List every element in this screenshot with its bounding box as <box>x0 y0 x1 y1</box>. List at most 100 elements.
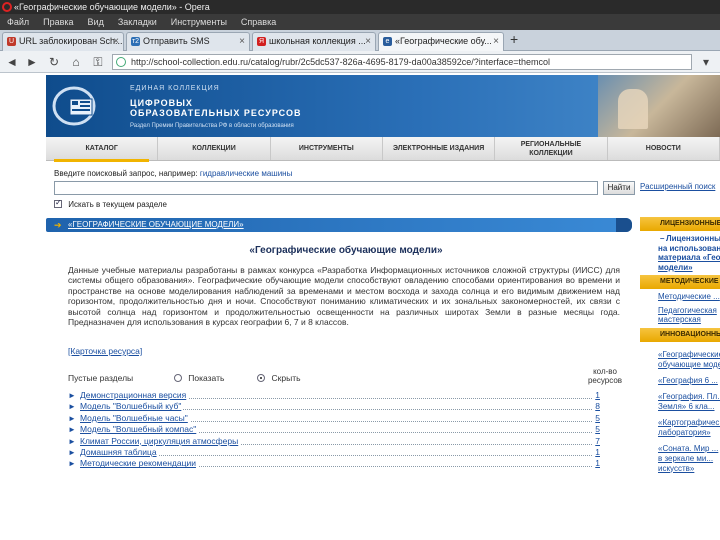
methodical-link-2b-text[interactable]: мастерская <box>658 315 701 324</box>
menu-tools[interactable]: Инструменты <box>164 14 234 30</box>
methodical-link-2-text[interactable]: Педагогическая <box>658 306 717 315</box>
innov-link-4-text[interactable]: «Картографичес... <box>658 418 720 427</box>
subsection-link[interactable]: Домашняя таблица <box>80 446 159 459</box>
innov-link-3b-text[interactable]: Земля» 6 кла... <box>658 402 715 411</box>
innov-link-3[interactable]: «География. Пл... <box>658 392 720 402</box>
innov-link-1[interactable]: «Географические <box>658 350 720 360</box>
innov-link-5-text[interactable]: «Соната. Мир ... <box>658 444 718 453</box>
home-icon[interactable]: ⌂ <box>68 54 84 70</box>
menu-view[interactable]: Вид <box>81 14 111 30</box>
url-field[interactable]: http://school-collection.edu.ru/catalog/… <box>112 54 692 70</box>
back-icon[interactable]: ◄ <box>4 54 20 70</box>
show-radio[interactable] <box>173 374 182 382</box>
subsection-link[interactable]: Модель "Волшебные часы" <box>80 412 190 425</box>
tab-url-blocked[interactable]: U URL заблокирован Sch... × <box>2 32 124 51</box>
search-in-section-checkbox[interactable] <box>54 198 62 208</box>
nav-catalog[interactable]: КАТАЛОГ <box>46 137 159 162</box>
innov-link-4b-text[interactable]: лаборатория» <box>658 428 711 437</box>
resource-count-link[interactable]: 1 <box>593 390 600 402</box>
globe-icon <box>116 57 126 67</box>
methodical-link-1-text[interactable]: Методические ... <box>658 292 720 301</box>
search-example-link[interactable]: гидравлические машины <box>200 169 292 178</box>
menu-file[interactable]: Файл <box>0 14 36 30</box>
innov-link-4b[interactable]: лаборатория» <box>658 428 716 438</box>
methodical-link-1[interactable]: Методические ... <box>658 292 720 302</box>
innov-link-1b[interactable]: обучающие модели» <box>658 360 720 370</box>
arrow-right-icon: ► <box>68 436 76 446</box>
tab-school-collection[interactable]: Я школьная коллекция ... × <box>252 32 376 51</box>
right-sidebar: ЛИЦЕНЗИОННЫЕ – Лицензионный на использов… <box>640 217 720 540</box>
methodical-link-2[interactable]: Педагогическая <box>658 306 717 316</box>
methodical-link-2b[interactable]: мастерская <box>658 315 716 325</box>
list-item: ► Климат России, циркуляция атмосферы 7 <box>68 435 604 447</box>
innov-link-3-text[interactable]: «География. Пл... <box>658 392 720 401</box>
innov-link-5[interactable]: «Соната. Мир ... <box>658 444 718 454</box>
hide-radio[interactable] <box>257 374 266 382</box>
licensed-link-tail[interactable]: модели» <box>658 263 693 272</box>
reload-icon[interactable]: ↻ <box>46 54 62 70</box>
dropdown-icon[interactable]: ▾ <box>698 54 714 70</box>
advanced-search-link[interactable]: Расширенный поиск <box>640 182 715 191</box>
innov-link-2-text[interactable]: «География 6 ... <box>658 376 718 385</box>
page-title: «Географические обучающие модели» <box>249 245 443 256</box>
menu-edit[interactable]: Правка <box>36 14 80 30</box>
innov-link-3b[interactable]: Земля» 6 кла... <box>658 402 716 412</box>
innovative-block: «Географические обучающие модели» «Геогр… <box>640 342 720 477</box>
close-icon[interactable]: × <box>113 33 119 50</box>
innov-link-1-text[interactable]: «Географические <box>658 350 720 359</box>
forward-icon[interactable]: ► <box>24 54 40 70</box>
resource-count-link[interactable]: 1 <box>593 458 600 470</box>
tab-geo-models[interactable]: е «Географические обу... × <box>378 32 504 51</box>
nav-tools[interactable]: ИНСТРУМЕНТЫ <box>271 137 383 160</box>
subsection-link[interactable]: Методические рекомендации <box>80 458 198 470</box>
header-title: ЦИФРОВЫХ ОБРАЗОВАТЕЛЬНЫХ РЕСУРСОВ <box>130 98 301 118</box>
resource-card-link[interactable]: [Карточка ресурса] <box>68 346 142 356</box>
resource-count-link[interactable]: 7 <box>593 435 600 447</box>
subsection-link[interactable]: Демонстрационная версия <box>80 390 189 402</box>
nav-news[interactable]: НОВОСТИ <box>608 137 720 160</box>
innov-link-5b[interactable]: в зеркале ми... <box>658 454 716 464</box>
subsection-link[interactable]: Модель "Волшебный куб" <box>80 401 184 413</box>
innov-link-5c-text[interactable]: искусств» <box>658 464 694 473</box>
innov-link-4[interactable]: «Картографичес... <box>658 418 720 428</box>
opera-logo-icon <box>2 2 12 12</box>
menu-bookmarks[interactable]: Закладки <box>111 14 164 30</box>
tab-label: школьная коллекция ... <box>269 36 366 46</box>
subsection-link[interactable]: Климат России, циркуляция атмосферы <box>80 435 241 447</box>
licensed-line-2: на использование <box>658 243 720 253</box>
close-icon[interactable]: × <box>365 33 371 50</box>
nav-regional-collections[interactable]: РЕГИОНАЛЬНЫЕ КОЛЛЕКЦИИ <box>495 137 608 160</box>
count-header: кол-во ресурсов <box>580 367 630 385</box>
resource-count-link[interactable]: 5 <box>593 412 600 425</box>
section-breadcrumb-bar: ➔ «ГЕОГРАФИЧЕСКИЕ ОБУЧАЮЩИЕ МОДЕЛИ» <box>46 218 632 232</box>
close-icon[interactable]: × <box>239 33 245 50</box>
licensed-line-4[interactable]: модели» <box>658 263 716 273</box>
empty-sections-label: Пустые разделы <box>68 373 134 383</box>
resource-count-link[interactable]: 8 <box>593 401 600 413</box>
count-header-line-1: кол-во <box>593 367 617 376</box>
site-logo-icon[interactable] <box>52 83 100 129</box>
resource-count-link[interactable]: 5 <box>593 424 600 436</box>
tab-send-sms[interactable]: т2 Отправить SMS × <box>126 32 250 51</box>
innov-link-1b-text[interactable]: обучающие модели» <box>658 360 720 369</box>
breadcrumb-link[interactable]: «ГЕОГРАФИЧЕСКИЕ ОБУЧАЮЩИЕ МОДЕЛИ» <box>68 218 244 232</box>
licensed-line-3[interactable]: материала «Гео... <box>658 253 720 263</box>
nav-collections[interactable]: КОЛЛЕКЦИИ <box>158 137 271 160</box>
nav-regional-line-2: КОЛЛЕКЦИИ <box>529 150 573 157</box>
search-input[interactable] <box>54 181 598 195</box>
subsection-link[interactable]: Модель "Волшебный компас" <box>80 424 199 436</box>
innov-link-2[interactable]: «География 6 ... <box>658 376 718 386</box>
close-icon[interactable]: × <box>493 33 499 50</box>
tab-favicon-icon: т2 <box>131 37 140 46</box>
section-bar-cap <box>616 218 632 232</box>
innov-link-5c[interactable]: искусств» <box>658 464 716 474</box>
search-in-section-label: Искать в текущем разделе <box>68 200 168 209</box>
nav-e-publications[interactable]: ЭЛЕКТРОННЫЕ ИЗДАНИЯ <box>383 137 496 160</box>
search-button[interactable]: Найти <box>603 181 635 195</box>
new-tab-button[interactable]: + <box>510 31 518 47</box>
resource-count-link[interactable]: 1 <box>593 446 600 459</box>
key-icon[interactable]: ⚿ <box>90 54 106 70</box>
licensed-link[interactable]: материала «Гео... <box>658 253 720 262</box>
menu-help[interactable]: Справка <box>234 14 283 30</box>
innov-link-5b-text[interactable]: в зеркале ми... <box>658 454 713 463</box>
